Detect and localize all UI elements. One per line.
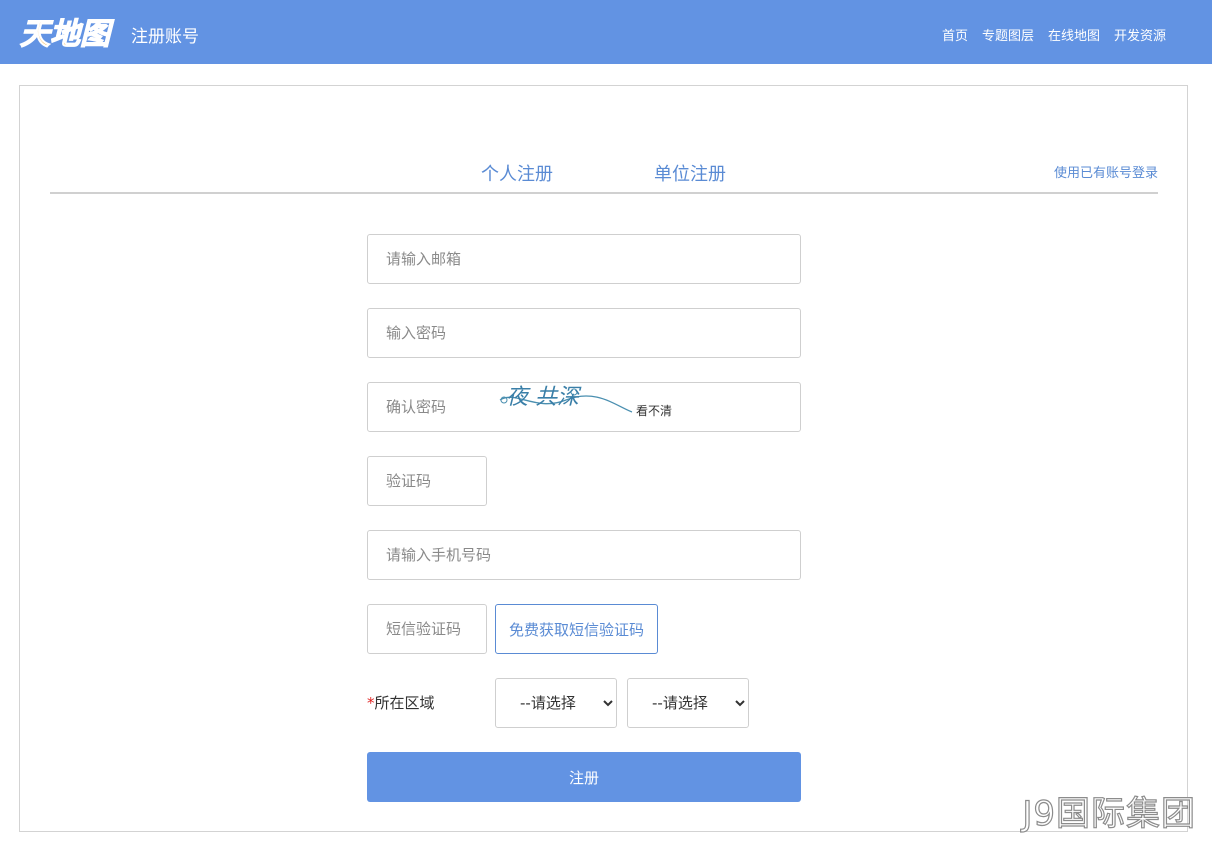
password-input[interactable] — [367, 308, 801, 358]
phone-input[interactable] — [367, 530, 801, 580]
nav-thematic-layers[interactable]: 专题图层 — [982, 25, 1034, 44]
captcha-image[interactable]: 夜 共深 — [496, 370, 636, 420]
tianditu-logo[interactable]: 天地图 — [18, 14, 118, 52]
watermark-text: J9国际集团 — [1022, 793, 1196, 834]
region-province-select[interactable]: --请选择 — [495, 678, 617, 728]
existing-account-login-link[interactable]: 使用已有账号登录 — [1054, 162, 1158, 181]
region-label-text: 所在区域 — [374, 694, 435, 712]
nav-home[interactable]: 首页 — [942, 25, 968, 44]
nav-dev-resources[interactable]: 开发资源 — [1114, 25, 1166, 44]
nav-online-map[interactable]: 在线地图 — [1048, 25, 1100, 44]
captcha-text: 夜 共深 — [506, 385, 582, 410]
top-nav: 首页 专题图层 在线地图 开发资源 — [942, 25, 1166, 44]
page-title: 注册账号 — [131, 27, 199, 47]
email-input[interactable] — [367, 234, 801, 284]
register-submit-button[interactable]: 注册 — [367, 752, 801, 802]
sms-code-input[interactable] — [367, 604, 487, 654]
top-header: 天地图 注册账号 首页 专题图层 在线地图 开发资源 — [0, 0, 1212, 64]
tab-divider — [50, 192, 1158, 194]
svg-text:天地图: 天地图 — [20, 17, 115, 52]
tab-organization-register[interactable]: 单位注册 — [654, 160, 726, 186]
get-sms-code-button[interactable]: 免费获取短信验证码 — [495, 604, 658, 654]
captcha-refresh-link[interactable]: 看不清 — [636, 402, 672, 419]
captcha-input[interactable] — [367, 456, 487, 506]
region-label: *所在区域 — [367, 692, 435, 713]
region-city-select[interactable]: --请选择 — [627, 678, 749, 728]
required-mark: * — [367, 694, 375, 712]
tab-personal-register[interactable]: 个人注册 — [460, 160, 574, 194]
